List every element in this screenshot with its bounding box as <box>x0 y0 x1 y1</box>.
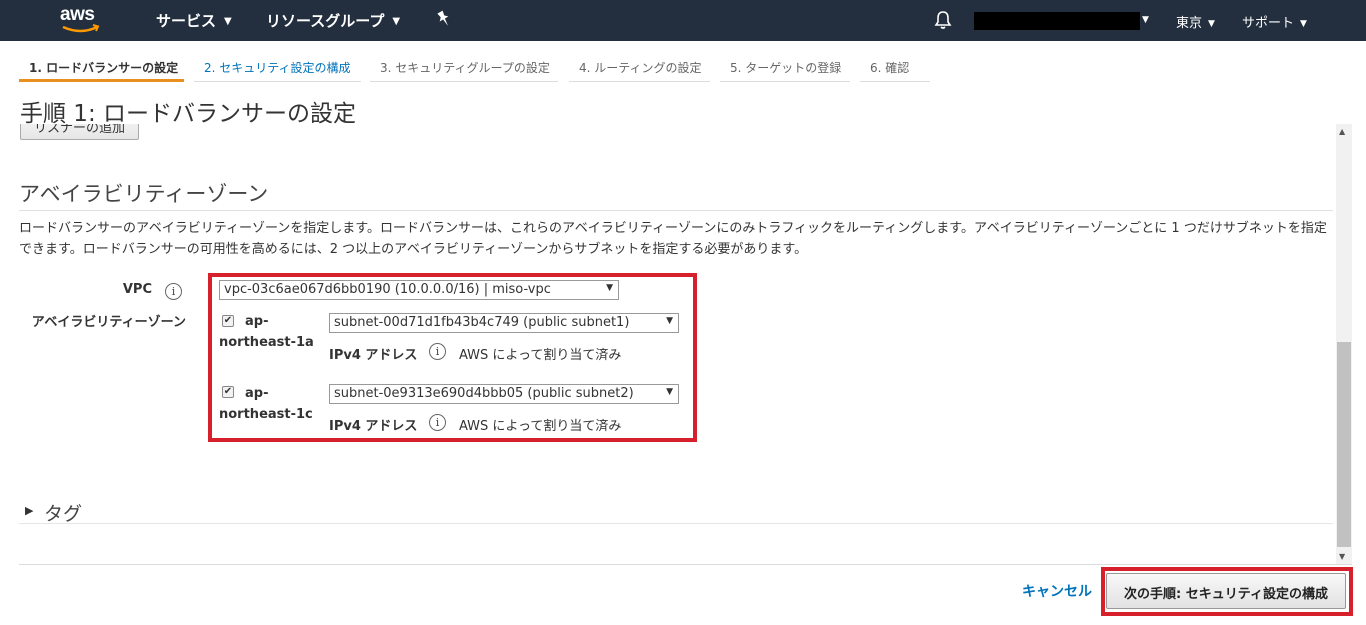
step-4-tab[interactable]: 4. ルーティングの設定 <box>569 54 710 82</box>
vpc-label: VPC <box>122 282 152 297</box>
services-menu[interactable]: サービス ▼ <box>156 10 232 31</box>
support-label: サポート <box>1242 16 1295 31</box>
bell-icon[interactable] <box>934 10 952 30</box>
scrollbar-thumb[interactable] <box>1337 342 1351 547</box>
account-dropdown-arrow[interactable]: ▼ <box>1142 12 1149 27</box>
aws-logo[interactable]: aws <box>58 4 106 36</box>
pin-icon[interactable] <box>436 10 452 28</box>
step-3-tab[interactable]: 3. セキュリティグループの設定 <box>370 54 558 82</box>
highlight-box <box>1101 567 1353 616</box>
region-label: 東京 <box>1176 16 1203 31</box>
tags-label: タグ <box>44 503 83 525</box>
az-description: ロードバランサーのアベイラビリティーゾーンを指定します。ロードバランサーは、これ… <box>19 221 1327 257</box>
resource-groups-menu[interactable]: リソースグループ ▼ <box>266 10 400 31</box>
az-label: アベイラビリティーゾーン <box>31 315 186 330</box>
cancel-link[interactable]: キャンセル <box>1022 581 1092 601</box>
services-label: サービス <box>156 12 217 30</box>
step-5-tab[interactable]: 5. ターゲットの登録 <box>720 54 850 82</box>
scrollable-content[interactable]: リスナーの追加 アベイラビリティーゾーン ロードバランサーのアベイラビリティーゾ… <box>0 124 1352 564</box>
step-2-label: 2. セキュリティ設定の構成 <box>204 61 351 75</box>
highlight-box <box>208 273 697 442</box>
az-section-title: アベイラビリティーゾーン <box>19 182 269 206</box>
footer-divider <box>19 564 1352 565</box>
scroll-up-icon[interactable]: ▲ <box>1339 127 1345 136</box>
aws-logo-text: aws <box>60 4 95 25</box>
step-2-tab[interactable]: 2. セキュリティ設定の構成 <box>194 54 361 82</box>
vertical-scrollbar[interactable]: ▲ ▼ <box>1336 124 1352 564</box>
step-1-label: 1. ロードバランサーの設定 <box>29 61 179 75</box>
step-5-label: 5. ターゲットの登録 <box>730 61 842 75</box>
redacted-account-name[interactable] <box>974 12 1140 30</box>
step-3-label: 3. セキュリティグループの設定 <box>380 61 550 75</box>
step-6-label: 6. 確認 <box>870 61 910 75</box>
info-icon[interactable]: i <box>165 283 182 300</box>
tags-expander[interactable]: ▶ タグ <box>19 498 1333 525</box>
step-1-tab[interactable]: 1. ロードバランサーの設定 <box>19 54 184 82</box>
caret-right-icon: ▶ <box>25 504 34 517</box>
page-title: 手順 1: ロードバランサーの設定 <box>20 101 357 127</box>
chevron-down-icon: ▼ <box>1142 15 1149 25</box>
chevron-down-icon: ▼ <box>392 16 401 27</box>
region-menu[interactable]: 東京 ▼ <box>1176 12 1215 31</box>
step-6-tab[interactable]: 6. 確認 <box>860 54 930 82</box>
step-4-label: 4. ルーティングの設定 <box>579 61 702 75</box>
resource-groups-label: リソースグループ <box>266 12 385 30</box>
section-divider <box>19 210 1333 211</box>
aws-smile-icon <box>62 24 100 33</box>
support-menu[interactable]: サポート ▼ <box>1242 12 1307 31</box>
scroll-down-icon[interactable]: ▼ <box>1339 552 1345 561</box>
chevron-down-icon: ▼ <box>1300 19 1307 29</box>
top-navigation-bar: aws サービス ▼ リソースグループ ▼ ▼ 東京 ▼ サポート ▼ <box>0 0 1366 41</box>
chevron-down-icon: ▼ <box>224 16 232 27</box>
chevron-down-icon: ▼ <box>1208 19 1215 29</box>
